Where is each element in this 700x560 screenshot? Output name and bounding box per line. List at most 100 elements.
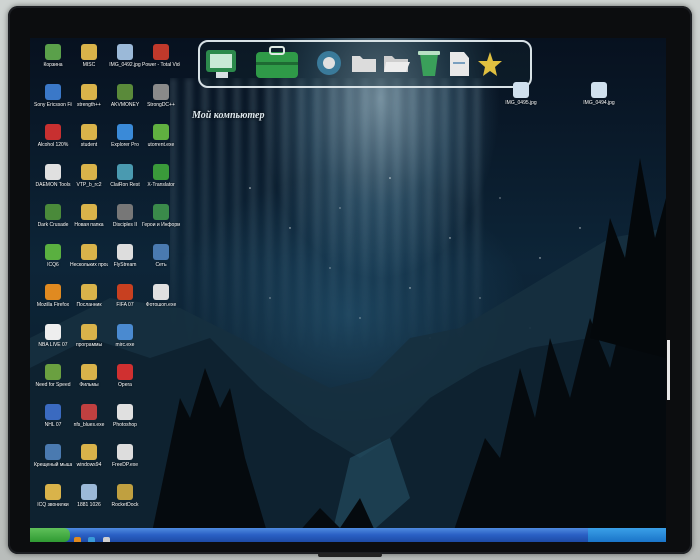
desktop-icon[interactable]: AKVMONEY [106,84,144,108]
dock-my-computer[interactable] [204,46,248,87]
desktop-icon[interactable]: Dark Crusade [34,204,72,228]
desktop-icon[interactable]: mirc.exe [106,324,144,348]
desktop-icon[interactable]: Mozilla Firefox [34,284,72,308]
desktop-icon[interactable]: NHL 07 [34,404,72,428]
app-icon [81,444,97,460]
app-icon [117,324,133,340]
quick-launch-desktop-icon[interactable] [102,537,110,542]
desktop-icon[interactable]: Корзина [34,44,72,68]
desktop-icon[interactable]: DAEMON Tools [34,164,72,188]
bezel-light-marker [667,340,670,400]
desktop-icon-label: mirc.exe [115,342,135,348]
desktop-icon[interactable]: Посланник [70,284,108,308]
dock-network[interactable] [312,48,346,83]
rocket-dock [198,40,532,88]
desktop-icon-label: Сеть [155,262,167,268]
desktop-icon-label: Power - Total Video [142,62,180,68]
app-icon [117,484,133,500]
desktop-icon[interactable]: FlyStream [106,244,144,268]
desktop-icon[interactable]: Нескольких процессов [70,244,108,268]
desktop-icon-label: Крещеный мышь [34,462,72,468]
dock-recycle[interactable] [414,48,444,83]
dock-briefcase[interactable] [254,44,302,87]
desktop-icon-label: X-Translator [147,182,175,188]
desktop-icon[interactable]: Power - Total Video [142,44,180,68]
desktop-icon-label: ICQ6 [47,262,59,268]
recycle-bin-icon [418,51,440,76]
desktop-icon[interactable]: ICQ6 [34,244,72,268]
app-icon [45,404,61,420]
quick-launch-firefox-icon[interactable] [74,537,81,542]
image-file-icon [513,82,529,98]
app-icon [153,44,169,60]
desktop-icon[interactable]: Photoshop [106,404,144,428]
app-icon [153,124,169,140]
desktop-icon[interactable]: Alcohol 120% [34,124,72,148]
app-icon [153,164,169,180]
desktop-icon-label: nfs_blues.exe [73,422,105,428]
desktop-icon-label: StrongDC++ [147,102,175,108]
desktop-icon[interactable]: windows94 [70,444,108,468]
app-icon [81,324,97,340]
app-icon [117,44,133,60]
desktop-icon-label: Нескольких процессов [70,262,108,268]
desktop-icon[interactable]: student [70,124,108,148]
desktop-icon[interactable]: Фильмы [70,364,108,388]
desktop-icon[interactable]: Disciples II [106,204,144,228]
desktop-icon[interactable]: FIFA 07 [106,284,144,308]
quick-launch-ie-icon[interactable] [88,537,96,542]
desktop-icon[interactable]: 1881 1026 [70,484,108,508]
dock-document[interactable] [446,50,472,83]
desktop-icon-label: AKVMONEY [110,102,140,108]
briefcase-icon [256,46,298,78]
desktop-icon[interactable]: NBA LIVE 07 [34,324,72,348]
app-icon [117,404,133,420]
app-icon [45,444,61,460]
desktop-icon[interactable]: strength++ [70,84,108,108]
desktop-icon-label: Alcohol 120% [37,142,69,148]
desktop-icon[interactable]: VTP_b_rc2 [70,164,108,188]
desktop-icon[interactable]: Крещеный мышь [34,444,72,468]
desktop-icon-label: Opera [118,382,132,388]
desktop-icon-label: 1881 1026 [77,502,101,508]
app-icon [81,364,97,380]
desktop-icon[interactable]: utorrent.exe [142,124,180,148]
desktop-icon[interactable]: Sony Ericsson File Manager [34,84,72,108]
start-button[interactable] [30,528,70,542]
desktop-icon[interactable]: StrongDC++ [142,84,180,108]
desktop-icon-label: FIFA 07 [116,302,134,308]
desktop-icon[interactable]: X-Translator [142,164,180,188]
desktop-icon[interactable]: ICQ звонилки [34,484,72,508]
desktop-icon[interactable]: MISC [70,44,108,68]
app-icon [153,84,169,100]
desktop-icon[interactable]: Фотошоп.exe [142,284,180,308]
app-icon [117,84,133,100]
app-icon [117,204,133,220]
desktop-icon[interactable]: ClaiRon Rest [106,164,144,188]
folder-icon [352,56,376,72]
dock-star[interactable] [476,50,504,83]
app-icon [117,284,133,300]
desktop-icon[interactable]: Need for Speed [34,364,72,388]
app-icon [153,284,169,300]
app-icon [45,124,61,140]
desktop-icon[interactable]: программы [70,324,108,348]
desktop-icon[interactable]: Opera [106,364,144,388]
desktop-icon[interactable]: Сеть [142,244,180,268]
desktop-icon-label: Explorer Pro [111,142,139,148]
desktop-icon-label: Disciples II [112,222,138,228]
desktop-icon[interactable]: FreeDP.exe [106,444,144,468]
dock-folder-open[interactable] [382,50,410,81]
desktop-icon-img-0494[interactable]: IMG_0494.jpg [580,82,618,106]
desktop-icon-label: Mozilla Firefox [36,302,70,308]
desktop-icon-label: программы [75,342,103,348]
desktop-icon-img-0495[interactable]: IMG_0495.jpg [502,82,540,106]
desktop-icon[interactable]: Explorer Pro [106,124,144,148]
desktop-icon[interactable]: IMG_0492.jpg [106,44,144,68]
desktop-icon[interactable]: Герои и Информ [142,204,180,228]
dock-folder[interactable] [350,50,378,81]
desktop-icon[interactable]: RocketDock [106,484,144,508]
desktop-icon[interactable]: Новая папка [70,204,108,228]
desktop-icon[interactable]: nfs_blues.exe [70,404,108,428]
app-icon [81,44,97,60]
